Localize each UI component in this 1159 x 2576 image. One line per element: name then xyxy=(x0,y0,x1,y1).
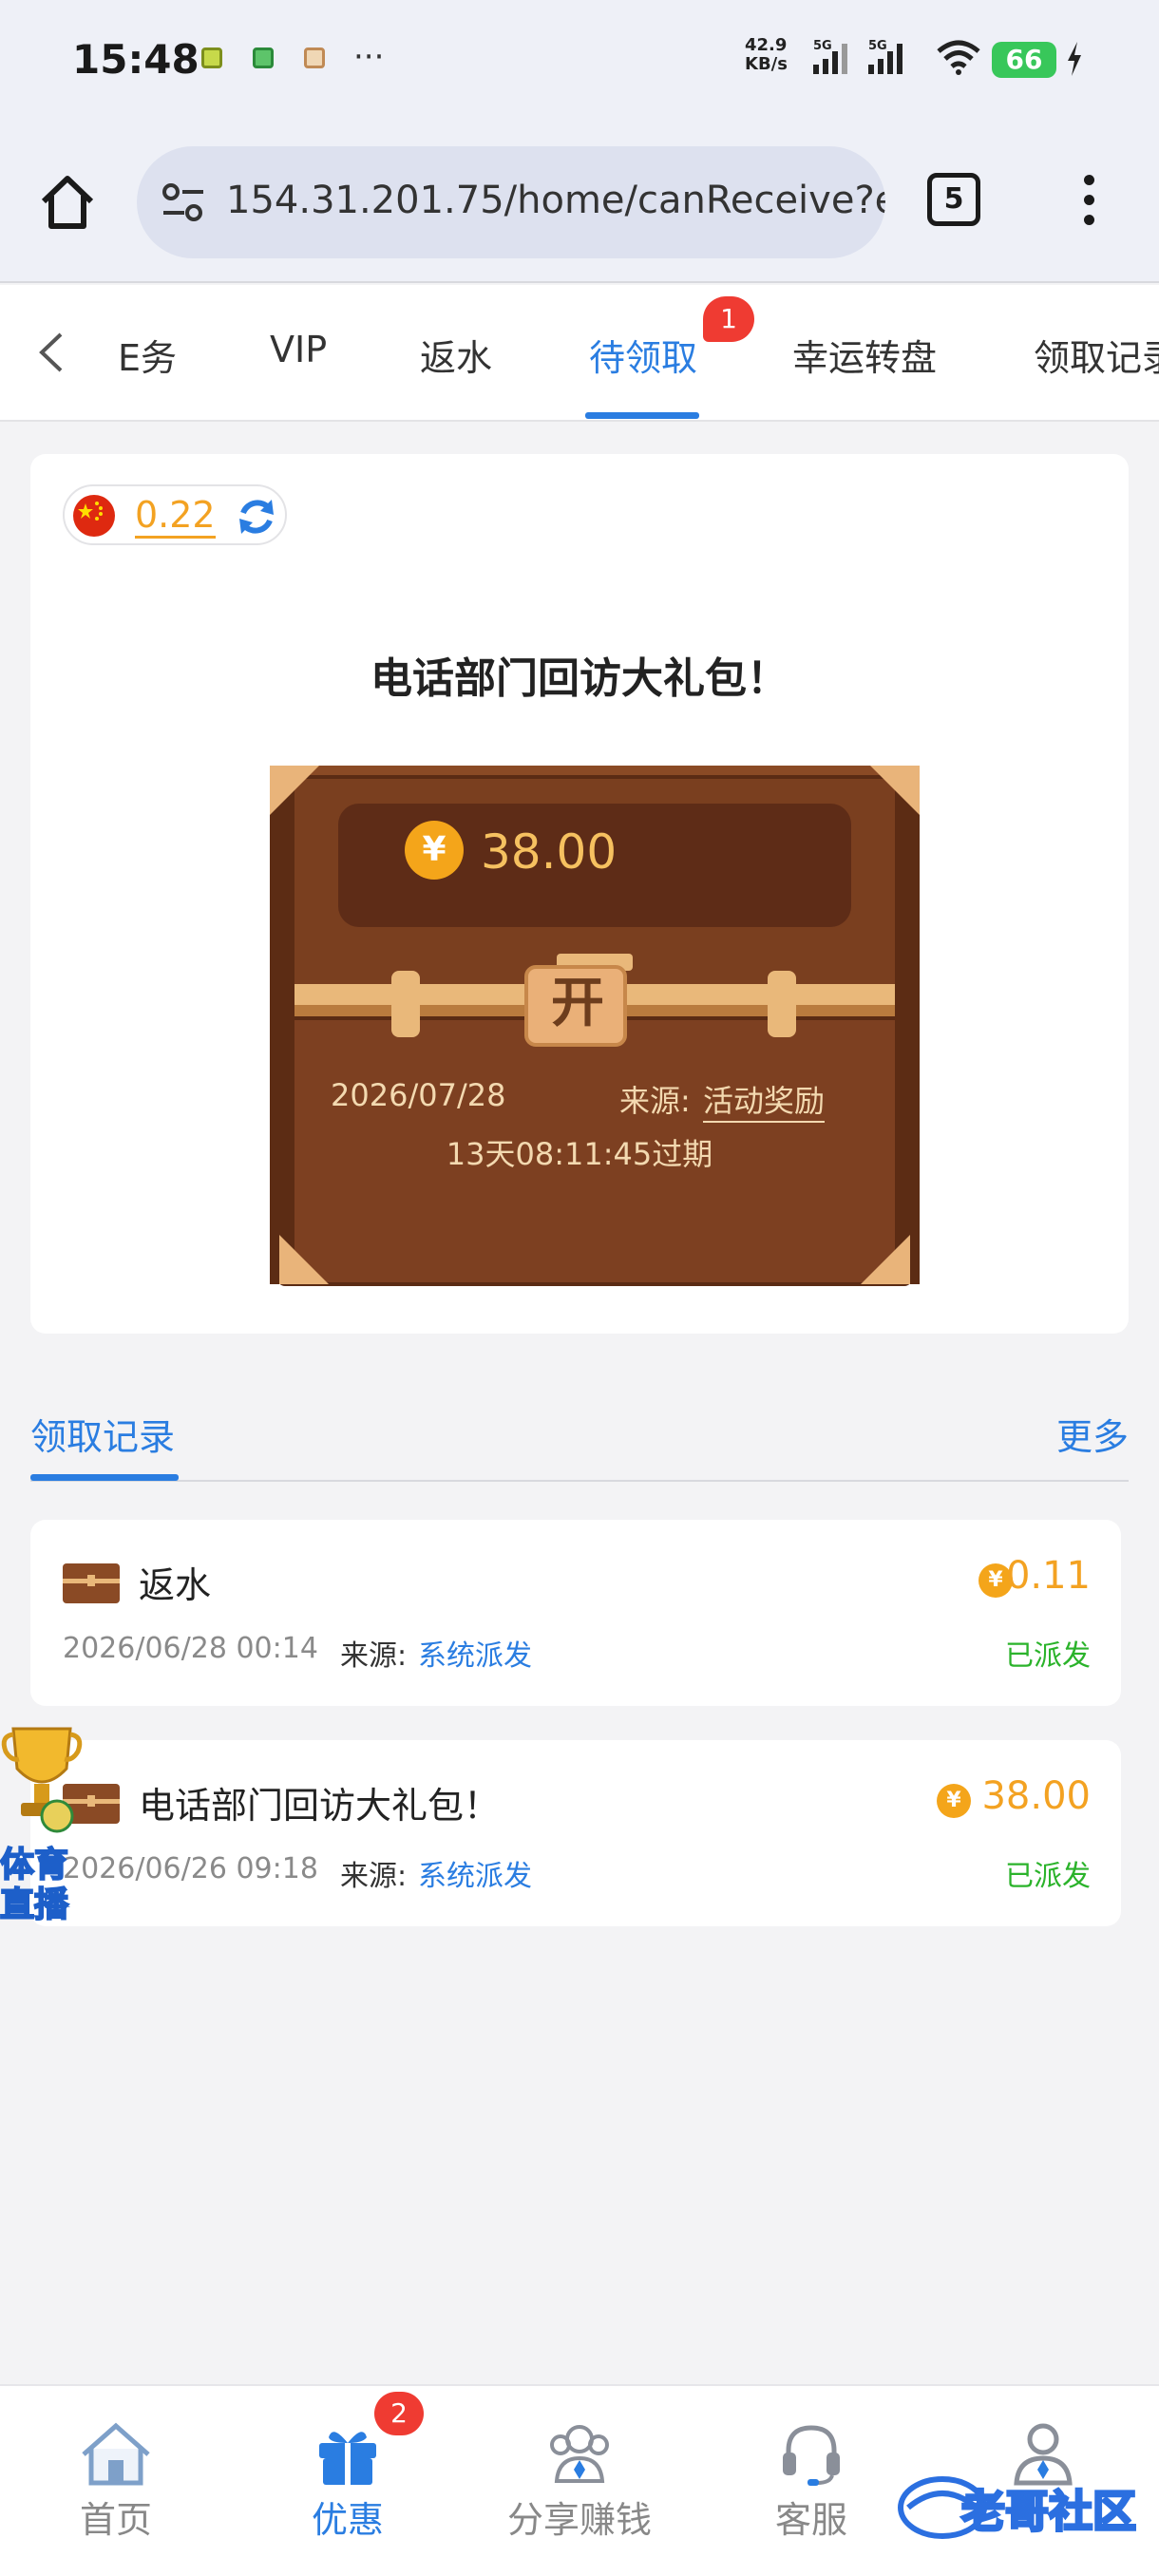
site-settings-icon[interactable] xyxy=(160,179,207,226)
record-status: 已派发 xyxy=(1005,1860,1091,1893)
records-header: 领取记录 更多 xyxy=(30,1396,1129,1482)
signal-label: 5G xyxy=(813,39,832,53)
headset-icon xyxy=(783,2425,840,2486)
records-title-tab[interactable]: 领取记录 xyxy=(30,1408,175,1460)
tab-switcher-button[interactable]: 5 xyxy=(927,173,980,226)
notification-app-icon xyxy=(201,47,222,68)
active-tab-indicator xyxy=(585,412,699,419)
status-time: 15:48 xyxy=(72,36,200,83)
notification-app-icon xyxy=(304,47,325,68)
url-text: 154.31.201.75/home/canReceive?ev xyxy=(226,179,885,222)
records-more-link[interactable]: 更多 xyxy=(1056,1408,1129,1460)
record-name: 返水 xyxy=(139,1564,212,1606)
record-amount: 38.00 xyxy=(981,1774,1091,1818)
more-notifications-icon: ··· xyxy=(353,38,385,76)
gift-card: 0.22 电话部门回访大礼包！ ¥ 38.00 开 2026/07/28 来源:… xyxy=(30,454,1129,1334)
signal-icon: 5G xyxy=(813,39,847,74)
nav-share-earn-label: 分享赚钱 xyxy=(506,2499,652,2541)
record-item[interactable]: 返水 ¥ 0.11 2026/06/28 00:14 来源: 系统派发 已派发 xyxy=(30,1520,1121,1706)
home-button[interactable] xyxy=(36,171,99,234)
signal-label: 5G xyxy=(868,39,887,53)
gift-title: 电话部门回访大礼包！ xyxy=(370,654,788,703)
trophy-icon xyxy=(1,1727,83,1833)
nav-promotions-badge: 2 xyxy=(374,2392,424,2435)
gift-icon xyxy=(319,2432,376,2485)
share-users-icon xyxy=(550,2425,609,2483)
nav-home-label: 首页 xyxy=(79,2499,152,2541)
record-source-value: 系统派发 xyxy=(418,1860,532,1893)
promo-tab-nav: E务 VIP 返水 待领取 1 幸运转盘 领取记录 xyxy=(0,285,1159,422)
gift-source-value: 活动奖励 xyxy=(703,1077,826,1123)
nav-promotions[interactable]: 2 优惠 xyxy=(232,2386,464,2541)
home-icon xyxy=(82,2422,150,2486)
address-bar[interactable]: 154.31.201.75/home/canReceive?ev xyxy=(137,146,885,258)
browser-toolbar: 154.31.201.75/home/canReceive?ev 5 xyxy=(0,122,1159,283)
nav-home[interactable]: 首页 xyxy=(0,2386,232,2541)
nav-customer-service-label: 客服 xyxy=(774,2499,847,2541)
gift-expire-countdown: 13天08:11:45过期 xyxy=(446,1136,713,1172)
sports-live-float-button[interactable]: 体育 直播 xyxy=(0,1721,84,1925)
tab-tasks[interactable]: E务 xyxy=(118,329,177,381)
record-date: 2026/06/26 09:18 xyxy=(63,1852,318,1885)
record-status: 已派发 xyxy=(1005,1639,1091,1673)
tab-claim-records[interactable]: 领取记录 xyxy=(1034,329,1159,381)
records-title-indicator xyxy=(30,1474,179,1481)
balance-pill: 0.22 xyxy=(63,484,287,545)
refresh-icon[interactable] xyxy=(234,494,279,540)
yuan-coin-icon: ¥ xyxy=(937,1784,971,1818)
chest-small-icon xyxy=(63,1563,120,1603)
record-source-label: 来源: xyxy=(340,1860,408,1893)
tab-pending[interactable]: 待领取 xyxy=(589,329,697,381)
record-amount: 0.11 xyxy=(1005,1554,1091,1598)
wifi-icon xyxy=(937,40,980,75)
float-label-line2: 直播 xyxy=(0,1885,69,1925)
yuan-coin-icon: ¥ xyxy=(405,821,464,880)
nav-promotions-label: 优惠 xyxy=(311,2499,384,2541)
browser-menu-button[interactable] xyxy=(1079,175,1098,232)
tab-lucky-wheel[interactable]: 幸运转盘 xyxy=(792,329,937,381)
gift-amount: 38.00 xyxy=(481,824,618,880)
nav-customer-service[interactable]: 客服 xyxy=(695,2386,927,2541)
gift-source-label: 来源: xyxy=(619,1083,691,1119)
chevron-left-icon[interactable] xyxy=(32,329,70,376)
tab-vip[interactable]: VIP xyxy=(270,329,327,370)
record-date: 2026/06/28 00:14 xyxy=(63,1632,318,1665)
balance-value: 0.22 xyxy=(135,494,216,539)
record-item[interactable]: 电话部门回访大礼包！ ¥ 38.00 2026/06/26 09:18 来源: … xyxy=(30,1740,1121,1926)
nav-share-earn[interactable]: 分享赚钱 xyxy=(464,2386,695,2541)
network-speed-unit: KB/s xyxy=(745,54,788,74)
record-source-label: 来源: xyxy=(340,1639,408,1673)
charging-icon xyxy=(1068,42,1081,76)
record-name: 电话部门回访大礼包！ xyxy=(139,1785,501,1827)
open-chest-button[interactable]: 开 xyxy=(528,965,627,1043)
status-bar: 15:48 ··· 42.9 KB/s 5G 5G 66 xyxy=(0,0,1159,122)
gift-date: 2026/07/28 xyxy=(331,1077,506,1113)
tab-pending-badge: 1 xyxy=(703,296,754,342)
network-speed: 42.9 KB/s xyxy=(745,36,788,74)
watermark-text: 老哥社区 xyxy=(960,2485,1138,2539)
signal-icon: 5G xyxy=(868,39,902,74)
battery-indicator: 66 xyxy=(992,42,1056,78)
tab-rebate[interactable]: 返水 xyxy=(420,329,492,381)
record-source-value: 系统派发 xyxy=(418,1639,532,1673)
network-speed-value: 42.9 xyxy=(745,35,788,55)
china-flag-icon xyxy=(73,495,115,537)
notification-app-icon xyxy=(253,47,274,68)
